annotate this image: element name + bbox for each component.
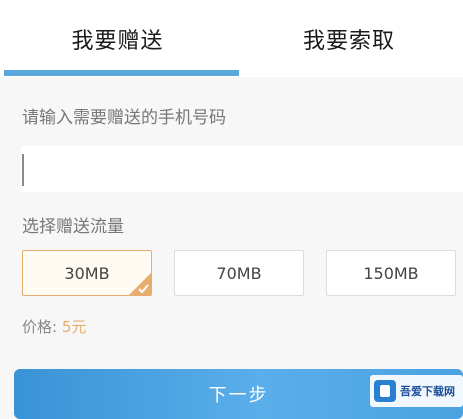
next-step-label: 下一步: [208, 385, 269, 406]
price-row: 价格: 5元: [22, 316, 86, 337]
site-watermark: 吾爱下载网: [370, 375, 463, 407]
active-tab-indicator: [4, 70, 239, 76]
tab-ask[interactable]: 我要索取: [235, 0, 463, 77]
text-caret: [22, 154, 24, 186]
price-value: 5元: [61, 318, 87, 336]
flow-option-label: 70MB: [216, 263, 262, 283]
flow-option-70mb[interactable]: 70MB: [174, 250, 304, 296]
watermark-logo-icon: [374, 380, 396, 402]
selected-check-icon: [129, 273, 151, 295]
price-label: 价格:: [22, 318, 58, 336]
gift-form: [0, 77, 463, 419]
tab-bar: 我要赠送 我要索取: [0, 0, 463, 77]
flow-option-30mb[interactable]: 30MB: [22, 250, 152, 296]
tab-give[interactable]: 我要赠送: [0, 0, 235, 77]
flow-option-150mb[interactable]: 150MB: [326, 250, 456, 296]
phone-number-input[interactable]: [21, 146, 463, 192]
flow-option-label: 150MB: [363, 263, 419, 283]
watermark-title: 吾爱下载网: [400, 384, 455, 398]
flow-amount-label: 选择赠送流量: [22, 217, 124, 237]
flow-option-label: 30MB: [64, 263, 110, 283]
phone-number-label: 请输入需要赠送的手机号码: [22, 108, 226, 128]
